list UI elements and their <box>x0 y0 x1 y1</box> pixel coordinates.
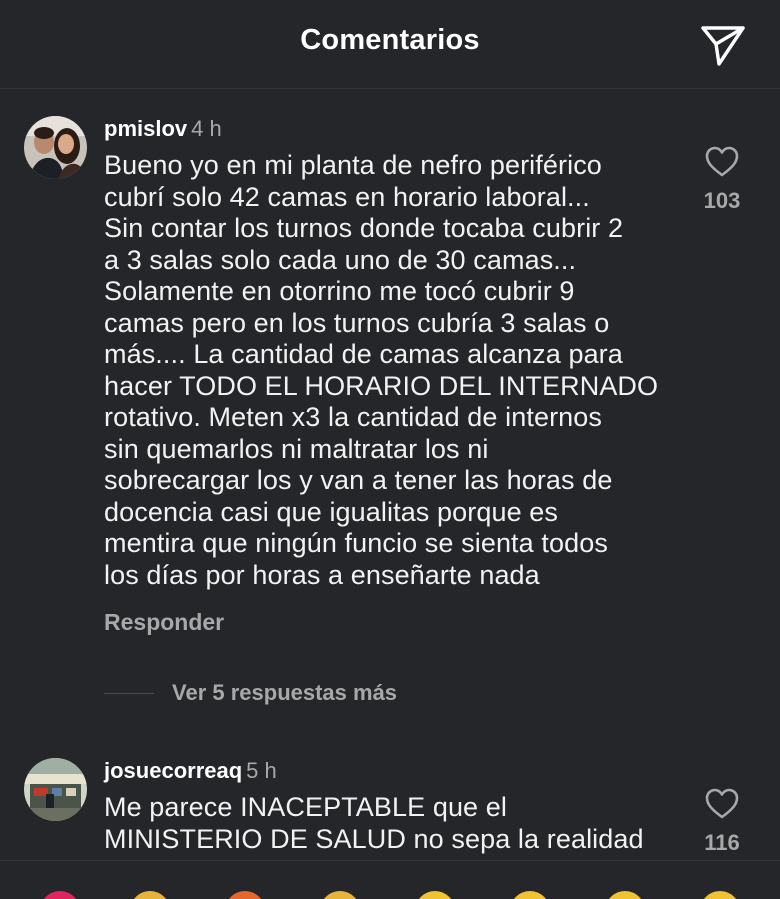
comment-time: 5 h <box>246 758 277 783</box>
comments-sheet: Comentarios pmislov 4 h Bueno yo en mi p… <box>0 0 780 899</box>
emoji-heart-icon[interactable] <box>40 891 80 899</box>
comments-header: Comentarios <box>0 0 780 89</box>
heart-outline-icon <box>705 146 739 177</box>
like-button[interactable]: 116 <box>700 788 744 856</box>
avatar-photo <box>24 116 87 179</box>
emoji-sad-icon[interactable] <box>700 891 740 899</box>
avatar[interactable] <box>24 758 87 821</box>
divider <box>104 692 154 694</box>
emoji-laugh-icon[interactable] <box>510 891 550 899</box>
emoji-pray-icon[interactable] <box>320 891 360 899</box>
heart-outline-icon <box>705 788 739 819</box>
avatar[interactable] <box>24 116 87 179</box>
emoji-smile-icon[interactable] <box>415 891 455 899</box>
emoji-reaction-bar <box>0 860 780 899</box>
comment-text: Me parece INACEPTABLE que el MINISTERIO … <box>104 792 644 854</box>
view-more-replies-label: Ver 5 respuestas más <box>172 680 398 705</box>
emoji-love-eyes-icon[interactable] <box>605 891 645 899</box>
paper-plane-icon <box>701 26 745 66</box>
like-count: 116 <box>704 830 740 855</box>
like-count: 103 <box>703 188 741 213</box>
share-button[interactable] <box>700 24 746 66</box>
avatar-photo <box>24 758 87 821</box>
like-button[interactable]: 103 <box>700 146 744 214</box>
comment-text: Bueno yo en mi planta de nefro periféric… <box>104 150 659 590</box>
view-more-replies[interactable]: Ver 5 respuestas más <box>104 678 397 708</box>
comment-username[interactable]: pmislov <box>104 116 187 141</box>
reply-button[interactable]: Responder <box>104 609 684 636</box>
comment-username[interactable]: josuecorreaq <box>104 758 242 783</box>
comment-meta: pmislov 4 h <box>104 116 684 142</box>
comment-meta: josuecorreaq 5 h <box>104 758 684 784</box>
emoji-fire-icon[interactable] <box>225 891 265 899</box>
comment-time: 4 h <box>191 116 222 141</box>
emoji-clap-icon[interactable] <box>130 891 170 899</box>
page-title: Comentarios <box>300 24 480 56</box>
